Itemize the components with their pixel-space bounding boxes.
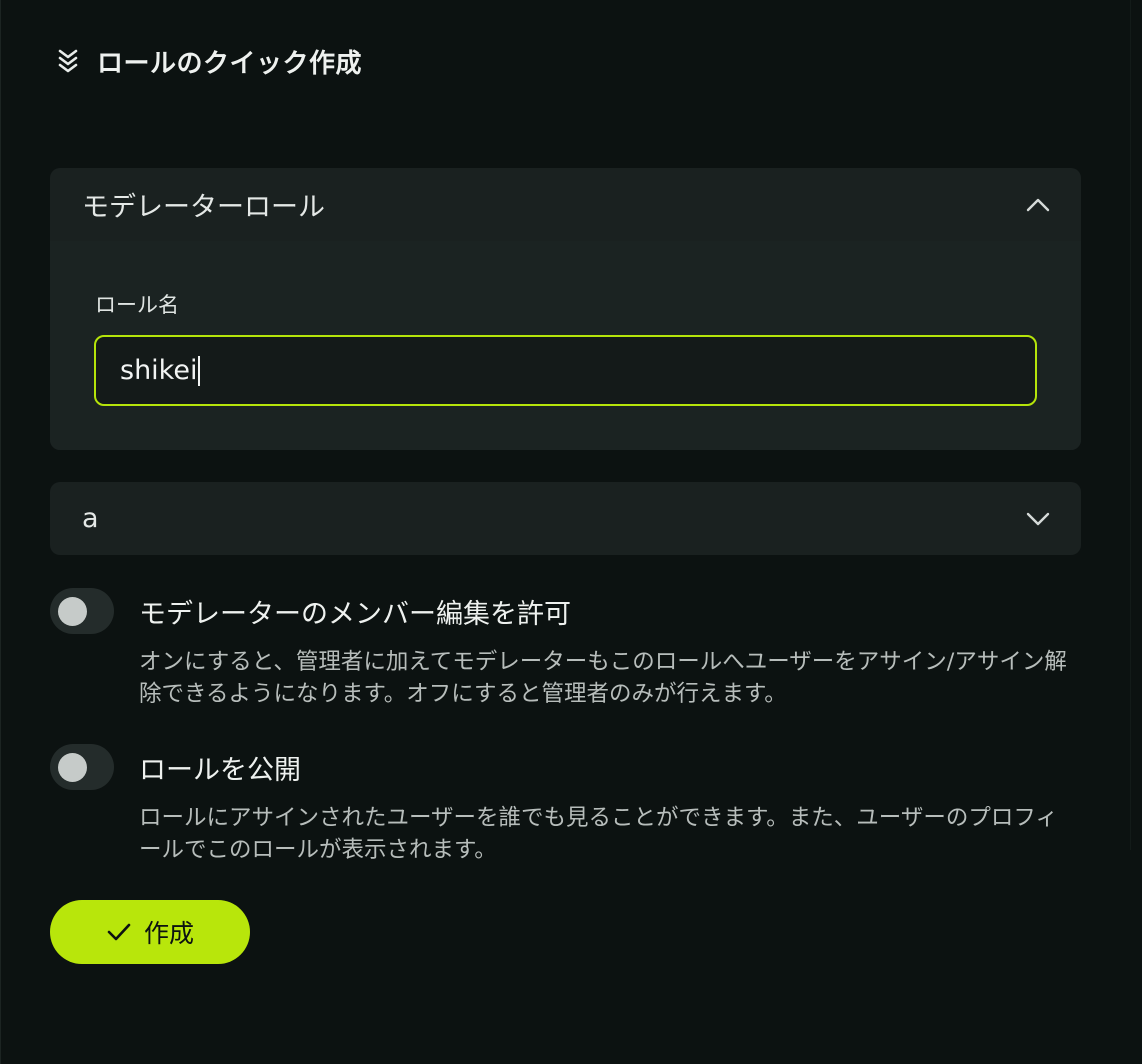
- accordion-title: モデレーターロール: [82, 192, 325, 223]
- page-title: ロールのクイック作成: [97, 48, 363, 79]
- role-a-accordion: a: [50, 482, 1081, 555]
- moderator-role-accordion-body: ロール名 shikei: [50, 241, 1081, 450]
- toggle-knob: [58, 753, 87, 782]
- public-role-toggle-description: ロールにアサインされたユーザーを誰でも見ることができます。また、ユーザーのプロフ…: [139, 805, 1058, 863]
- chevron-down-icon[interactable]: [1025, 506, 1051, 532]
- accordion-title: a: [82, 503, 99, 534]
- role-name-value: shikei: [120, 355, 198, 386]
- check-icon: [106, 919, 132, 945]
- member-edit-toggle-description: オンにすると、管理者に加えてモデレーターもこのロールへユーザーをアサイン/アサイ…: [139, 649, 1067, 707]
- role-name-input[interactable]: shikei: [94, 335, 1037, 406]
- chevron-up-icon[interactable]: [1025, 192, 1051, 218]
- public-role-toggle[interactable]: [50, 744, 114, 790]
- member-edit-toggle-title: モデレーターのメンバー編集を許可: [139, 599, 571, 630]
- text-caret: [198, 355, 201, 386]
- quick-create-role-panel: ロールのクイック作成 モデレーターロール ロール名 shikei a モデレータ…: [0, 0, 1142, 1064]
- moderator-role-accordion: モデレーターロール ロール名 shikei: [50, 168, 1081, 450]
- create-button-label: 作成: [143, 919, 194, 948]
- role-a-accordion-header[interactable]: a: [50, 482, 1081, 555]
- role-name-label: ロール名: [95, 293, 179, 317]
- public-role-toggle-title: ロールを公開: [139, 755, 301, 786]
- chevrons-down-icon: [57, 48, 79, 74]
- toggle-knob: [58, 597, 87, 626]
- panel-header: ロールのクイック作成: [57, 40, 362, 82]
- member-edit-toggle[interactable]: [50, 588, 114, 634]
- panel-edge: [1130, 0, 1142, 850]
- create-button[interactable]: 作成: [50, 900, 250, 964]
- moderator-role-accordion-header[interactable]: モデレーターロール: [50, 168, 1081, 241]
